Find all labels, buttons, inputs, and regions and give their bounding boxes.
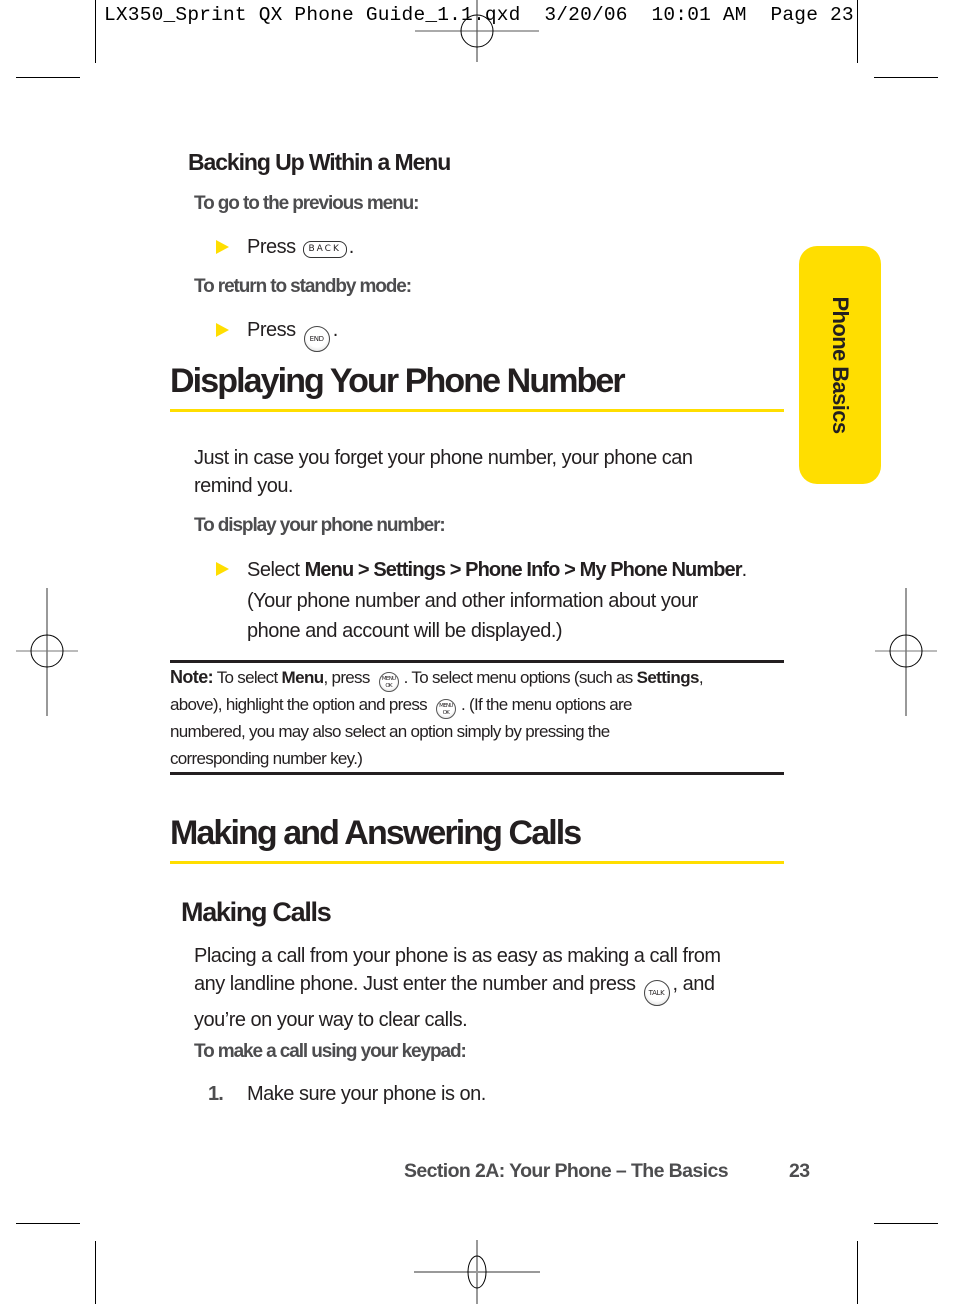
menu-ok-key-icon: MENU OK [378,672,399,692]
note-box: Note: To select Menu, press MENU OK. To s… [170,667,704,768]
display-number-intro: Just in case you forget your phone numbe… [194,447,693,497]
heading-rule [170,861,784,864]
menu-path: Menu > Settings > Phone Info > My Phone … [304,559,743,581]
list-item: 1. Make sure your phone is on. [208,1080,486,1108]
registration-mark-right [875,588,937,716]
crop-mark [16,1223,80,1224]
registration-mark-bottom [414,1240,540,1304]
standby-label: To return to standby mode: [194,276,412,297]
previous-menu-step: Press BACK. [247,236,354,258]
bullet-arrow-icon [216,562,229,576]
crop-mark [16,77,80,78]
heading-rule [170,409,784,412]
display-number-heading: Displaying Your Phone Number [170,362,626,400]
making-calls-paragraph: Placing a call from your phone is as eas… [194,945,721,1031]
crop-mark [874,1223,938,1224]
note-label: Note: [170,667,214,687]
back-key-icon: BACK [302,241,347,258]
page-number: 23 [789,1160,810,1182]
display-number-instruction-label: To display your phone number: [194,515,446,536]
standby-step: Press END. [247,316,338,352]
footer-section-title: Section 2A: Your Phone – The Basics [404,1160,729,1182]
display-number-step: Select Menu > Settings > Phone Info > My… [247,559,747,642]
backing-up-heading: Backing Up Within a Menu [188,149,451,175]
crop-mark [857,1241,858,1304]
keypad-instruction-label: To make a call using your keypad: [194,1041,467,1062]
registration-mark-top [415,0,539,62]
bullet-arrow-icon [216,240,229,254]
note-top-rule [170,660,784,663]
calls-heading: Making and Answering Calls [170,814,582,852]
talk-key-icon: TALK [643,980,670,1006]
crop-mark [95,0,96,63]
end-key-icon: END [303,326,330,352]
bullet-arrow-icon [216,323,229,337]
side-tab-label: Phone Basics [828,296,853,434]
registration-mark-left [16,588,78,716]
menu-ok-key-icon: MENU OK [435,699,456,719]
crop-mark [874,77,938,78]
step-number: 1. [208,1083,224,1105]
section-side-tab: Phone Basics [799,246,881,484]
previous-menu-label: To go to the previous menu: [194,193,419,214]
crop-mark [95,1241,96,1304]
making-calls-subheading: Making Calls [181,897,332,927]
crop-mark [857,0,858,63]
step-list: 1. Make sure your phone is on. [208,1080,486,1108]
note-bottom-rule [170,772,784,775]
